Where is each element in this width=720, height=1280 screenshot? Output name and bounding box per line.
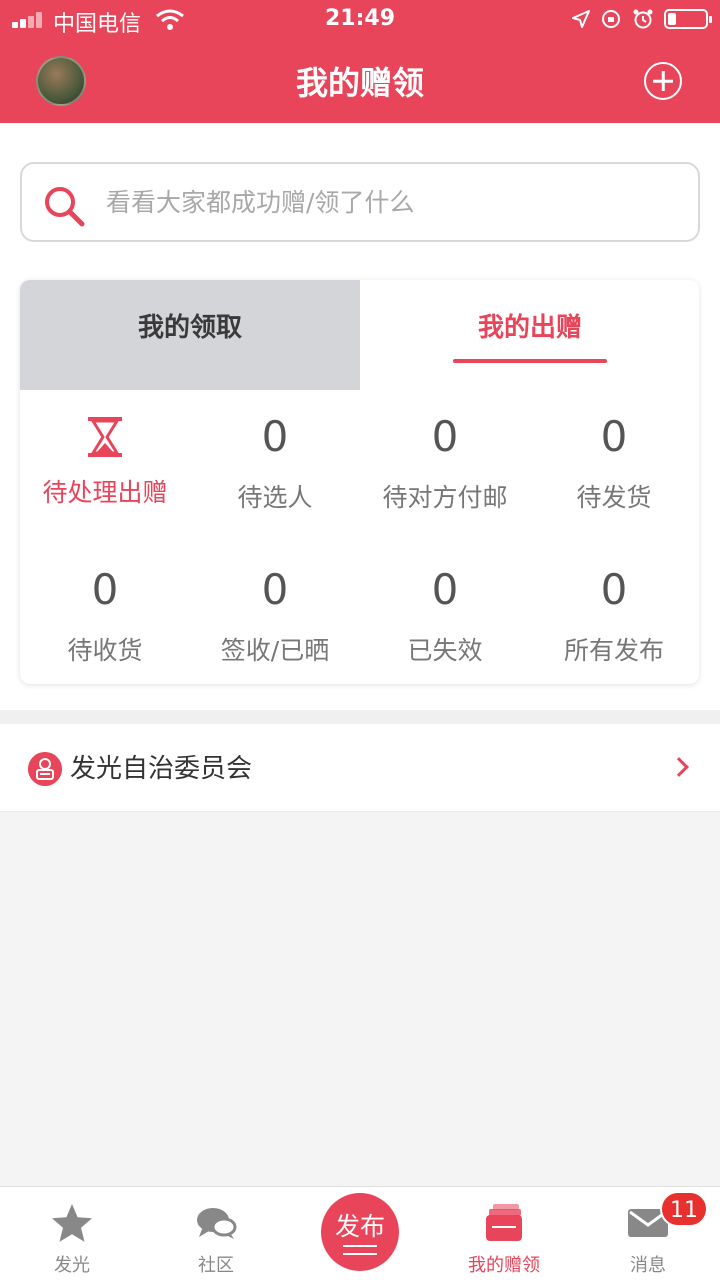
chevron-right-icon xyxy=(669,757,689,777)
status-icons xyxy=(572,6,712,32)
rotation-lock-icon xyxy=(602,10,620,28)
stat-label: 待发货 xyxy=(576,483,652,512)
battery-icon xyxy=(664,9,712,29)
stat-count: 0 xyxy=(431,565,459,614)
tab-faguang[interactable]: 发光 xyxy=(0,1187,144,1280)
stat-awaiting-ship[interactable]: 0 待发货 xyxy=(529,410,699,514)
stat-awaiting-select[interactable]: 0 待选人 xyxy=(190,410,360,514)
status-bar: 中国电信 21:49 xyxy=(0,0,720,40)
stat-count: 0 xyxy=(600,412,628,461)
stat-count: 0 xyxy=(261,412,289,461)
tab-label: 我的赠领 xyxy=(468,1255,540,1276)
stat-label: 已失效 xyxy=(407,636,483,665)
hourglass-icon xyxy=(88,417,122,457)
stat-count: 0 xyxy=(600,565,628,614)
tab-label: 消息 xyxy=(630,1255,666,1276)
cards-icon xyxy=(486,1204,522,1241)
stat-label: 待选人 xyxy=(237,483,313,512)
tab-my-received[interactable]: 我的领取 xyxy=(20,280,360,390)
stat-awaiting-receive[interactable]: 0 待收货 xyxy=(20,563,190,667)
stat-pending-give[interactable]: 待处理出赠 xyxy=(20,410,190,509)
tab-label: 发光 xyxy=(54,1255,90,1276)
stat-label: 待处理出赠 xyxy=(42,478,168,507)
committee-icon xyxy=(28,752,62,786)
stat-expired[interactable]: 0 已失效 xyxy=(360,563,530,667)
tab-label: 社区 xyxy=(198,1255,234,1276)
stat-all-posts[interactable]: 0 所有发布 xyxy=(529,563,699,667)
add-button[interactable] xyxy=(644,62,682,100)
stat-count: 0 xyxy=(91,565,119,614)
stat-signed-shared[interactable]: 0 签收/已晒 xyxy=(190,563,360,667)
star-icon xyxy=(52,1204,92,1242)
search-input[interactable] xyxy=(106,164,666,240)
stat-label: 待收货 xyxy=(67,636,143,665)
tab-my-giving[interactable]: 我的赠领 xyxy=(432,1187,576,1280)
location-icon xyxy=(572,10,590,28)
page-title: 我的赠领 xyxy=(295,64,424,102)
tab-my-given[interactable]: 我的出赠 xyxy=(360,280,699,390)
alarm-icon xyxy=(633,9,653,29)
stat-count: 0 xyxy=(431,412,459,461)
stat-label: 签收/已晒 xyxy=(220,636,330,665)
stat-label: 待对方付邮 xyxy=(382,483,508,512)
main-content: 我的领取 我的出赠 待处理出赠 0 待选人 0 待对方付邮 0 待发货 0 xyxy=(0,123,720,710)
chat-bubbles-icon xyxy=(197,1208,237,1239)
publish-label: 发布 xyxy=(334,1212,385,1241)
status-card: 我的领取 我的出赠 待处理出赠 0 待选人 0 待对方付邮 0 待发货 0 待收… xyxy=(20,280,699,684)
header-bar: 中国电信 21:49 我的赠领 xyxy=(0,0,720,123)
message-badge: 11 xyxy=(660,1191,708,1227)
stat-awaiting-postage[interactable]: 0 待对方付邮 xyxy=(360,410,530,514)
stat-label: 所有发布 xyxy=(563,636,664,665)
menu-lines-icon xyxy=(343,1245,377,1255)
community-row[interactable]: 发光自治委员会 xyxy=(0,724,720,812)
stat-count: 0 xyxy=(261,565,289,614)
section-divider xyxy=(0,710,720,724)
search-bar[interactable] xyxy=(20,162,700,242)
community-label: 发光自治委员会 xyxy=(70,754,253,784)
search-icon xyxy=(45,187,85,227)
publish-button[interactable]: 发布 xyxy=(321,1193,399,1271)
tab-community[interactable]: 社区 xyxy=(144,1187,288,1280)
